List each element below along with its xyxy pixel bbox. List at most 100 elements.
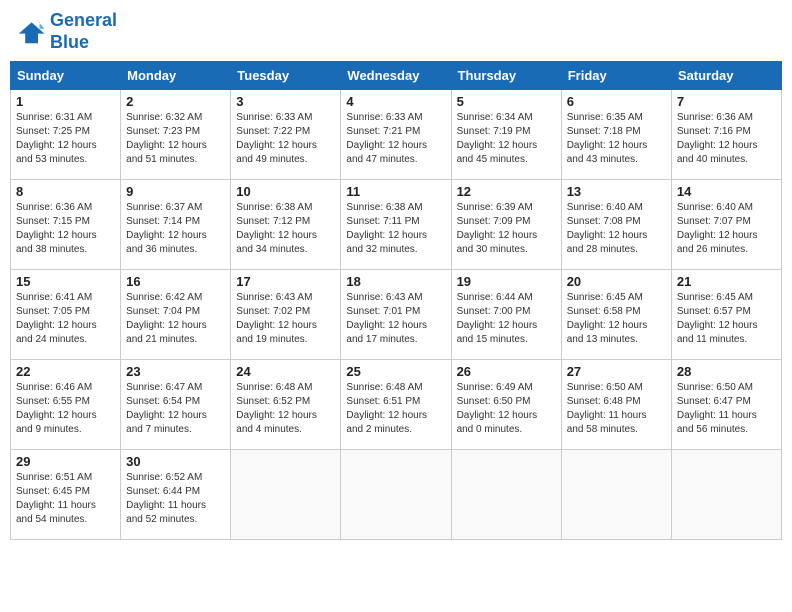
- calendar-cell: 1 Sunrise: 6:31 AM Sunset: 7:25 PM Dayli…: [11, 90, 121, 180]
- calendar-cell: [231, 450, 341, 540]
- day-number: 4: [346, 94, 445, 109]
- day-info: Sunrise: 6:40 AM Sunset: 7:07 PM Dayligh…: [677, 201, 776, 257]
- calendar-cell: 16 Sunrise: 6:42 AM Sunset: 7:04 PM Dayl…: [121, 270, 231, 360]
- calendar-cell: 14 Sunrise: 6:40 AM Sunset: 7:07 PM Dayl…: [671, 180, 781, 270]
- day-number: 8: [16, 184, 115, 199]
- day-number: 12: [457, 184, 556, 199]
- day-info: Sunrise: 6:34 AM Sunset: 7:19 PM Dayligh…: [457, 111, 556, 167]
- day-info: Sunrise: 6:35 AM Sunset: 7:18 PM Dayligh…: [567, 111, 666, 167]
- calendar-cell: 17 Sunrise: 6:43 AM Sunset: 7:02 PM Dayl…: [231, 270, 341, 360]
- calendar-cell: 5 Sunrise: 6:34 AM Sunset: 7:19 PM Dayli…: [451, 90, 561, 180]
- day-number: 27: [567, 364, 666, 379]
- calendar-table: SundayMondayTuesdayWednesdayThursdayFrid…: [10, 61, 782, 540]
- day-number: 18: [346, 274, 445, 289]
- day-info: Sunrise: 6:46 AM Sunset: 6:55 PM Dayligh…: [16, 381, 115, 437]
- weekday-header: Saturday: [671, 62, 781, 90]
- day-number: 6: [567, 94, 666, 109]
- calendar-cell: [451, 450, 561, 540]
- day-number: 14: [677, 184, 776, 199]
- weekday-header: Tuesday: [231, 62, 341, 90]
- weekday-header: Monday: [121, 62, 231, 90]
- calendar-cell: 29 Sunrise: 6:51 AM Sunset: 6:45 PM Dayl…: [11, 450, 121, 540]
- day-info: Sunrise: 6:47 AM Sunset: 6:54 PM Dayligh…: [126, 381, 225, 437]
- day-info: Sunrise: 6:50 AM Sunset: 6:47 PM Dayligh…: [677, 381, 776, 437]
- day-number: 26: [457, 364, 556, 379]
- calendar-cell: [561, 450, 671, 540]
- calendar-cell: 27 Sunrise: 6:50 AM Sunset: 6:48 PM Dayl…: [561, 360, 671, 450]
- page-header: General Blue: [10, 10, 782, 53]
- day-number: 16: [126, 274, 225, 289]
- day-info: Sunrise: 6:33 AM Sunset: 7:22 PM Dayligh…: [236, 111, 335, 167]
- logo: General Blue: [14, 10, 117, 53]
- day-number: 7: [677, 94, 776, 109]
- day-number: 17: [236, 274, 335, 289]
- day-number: 23: [126, 364, 225, 379]
- day-info: Sunrise: 6:51 AM Sunset: 6:45 PM Dayligh…: [16, 471, 115, 527]
- day-info: Sunrise: 6:36 AM Sunset: 7:16 PM Dayligh…: [677, 111, 776, 167]
- day-number: 19: [457, 274, 556, 289]
- day-number: 1: [16, 94, 115, 109]
- day-info: Sunrise: 6:50 AM Sunset: 6:48 PM Dayligh…: [567, 381, 666, 437]
- calendar-cell: 23 Sunrise: 6:47 AM Sunset: 6:54 PM Dayl…: [121, 360, 231, 450]
- day-number: 5: [457, 94, 556, 109]
- calendar-cell: 30 Sunrise: 6:52 AM Sunset: 6:44 PM Dayl…: [121, 450, 231, 540]
- day-info: Sunrise: 6:43 AM Sunset: 7:01 PM Dayligh…: [346, 291, 445, 347]
- calendar-cell: 9 Sunrise: 6:37 AM Sunset: 7:14 PM Dayli…: [121, 180, 231, 270]
- day-number: 13: [567, 184, 666, 199]
- calendar-cell: 8 Sunrise: 6:36 AM Sunset: 7:15 PM Dayli…: [11, 180, 121, 270]
- calendar-cell: 25 Sunrise: 6:48 AM Sunset: 6:51 PM Dayl…: [341, 360, 451, 450]
- day-info: Sunrise: 6:44 AM Sunset: 7:00 PM Dayligh…: [457, 291, 556, 347]
- day-info: Sunrise: 6:38 AM Sunset: 7:12 PM Dayligh…: [236, 201, 335, 257]
- day-number: 25: [346, 364, 445, 379]
- weekday-header: Sunday: [11, 62, 121, 90]
- day-number: 2: [126, 94, 225, 109]
- day-number: 9: [126, 184, 225, 199]
- day-number: 20: [567, 274, 666, 289]
- calendar-cell: 21 Sunrise: 6:45 AM Sunset: 6:57 PM Dayl…: [671, 270, 781, 360]
- calendar-cell: 13 Sunrise: 6:40 AM Sunset: 7:08 PM Dayl…: [561, 180, 671, 270]
- day-number: 21: [677, 274, 776, 289]
- day-number: 28: [677, 364, 776, 379]
- weekday-header: Thursday: [451, 62, 561, 90]
- logo-icon: [14, 16, 46, 48]
- day-info: Sunrise: 6:39 AM Sunset: 7:09 PM Dayligh…: [457, 201, 556, 257]
- calendar-cell: [671, 450, 781, 540]
- day-info: Sunrise: 6:32 AM Sunset: 7:23 PM Dayligh…: [126, 111, 225, 167]
- calendar-cell: 28 Sunrise: 6:50 AM Sunset: 6:47 PM Dayl…: [671, 360, 781, 450]
- calendar-cell: 11 Sunrise: 6:38 AM Sunset: 7:11 PM Dayl…: [341, 180, 451, 270]
- day-number: 10: [236, 184, 335, 199]
- day-info: Sunrise: 6:45 AM Sunset: 6:57 PM Dayligh…: [677, 291, 776, 347]
- weekday-header: Friday: [561, 62, 671, 90]
- day-info: Sunrise: 6:42 AM Sunset: 7:04 PM Dayligh…: [126, 291, 225, 347]
- day-number: 11: [346, 184, 445, 199]
- day-number: 30: [126, 454, 225, 469]
- day-info: Sunrise: 6:49 AM Sunset: 6:50 PM Dayligh…: [457, 381, 556, 437]
- calendar-cell: 7 Sunrise: 6:36 AM Sunset: 7:16 PM Dayli…: [671, 90, 781, 180]
- day-info: Sunrise: 6:38 AM Sunset: 7:11 PM Dayligh…: [346, 201, 445, 257]
- calendar-cell: 19 Sunrise: 6:44 AM Sunset: 7:00 PM Dayl…: [451, 270, 561, 360]
- calendar-cell: 24 Sunrise: 6:48 AM Sunset: 6:52 PM Dayl…: [231, 360, 341, 450]
- calendar-cell: 2 Sunrise: 6:32 AM Sunset: 7:23 PM Dayli…: [121, 90, 231, 180]
- calendar-cell: 26 Sunrise: 6:49 AM Sunset: 6:50 PM Dayl…: [451, 360, 561, 450]
- calendar-cell: 22 Sunrise: 6:46 AM Sunset: 6:55 PM Dayl…: [11, 360, 121, 450]
- day-info: Sunrise: 6:45 AM Sunset: 6:58 PM Dayligh…: [567, 291, 666, 347]
- weekday-header: Wednesday: [341, 62, 451, 90]
- day-number: 24: [236, 364, 335, 379]
- logo-text: General Blue: [50, 10, 117, 53]
- day-number: 3: [236, 94, 335, 109]
- day-number: 29: [16, 454, 115, 469]
- day-info: Sunrise: 6:36 AM Sunset: 7:15 PM Dayligh…: [16, 201, 115, 257]
- day-number: 15: [16, 274, 115, 289]
- calendar-cell: 18 Sunrise: 6:43 AM Sunset: 7:01 PM Dayl…: [341, 270, 451, 360]
- day-info: Sunrise: 6:41 AM Sunset: 7:05 PM Dayligh…: [16, 291, 115, 347]
- calendar-cell: 15 Sunrise: 6:41 AM Sunset: 7:05 PM Dayl…: [11, 270, 121, 360]
- day-number: 22: [16, 364, 115, 379]
- day-info: Sunrise: 6:48 AM Sunset: 6:52 PM Dayligh…: [236, 381, 335, 437]
- day-info: Sunrise: 6:31 AM Sunset: 7:25 PM Dayligh…: [16, 111, 115, 167]
- calendar-cell: 4 Sunrise: 6:33 AM Sunset: 7:21 PM Dayli…: [341, 90, 451, 180]
- calendar-cell: 3 Sunrise: 6:33 AM Sunset: 7:22 PM Dayli…: [231, 90, 341, 180]
- calendar-cell: 6 Sunrise: 6:35 AM Sunset: 7:18 PM Dayli…: [561, 90, 671, 180]
- day-info: Sunrise: 6:52 AM Sunset: 6:44 PM Dayligh…: [126, 471, 225, 527]
- calendar-cell: 10 Sunrise: 6:38 AM Sunset: 7:12 PM Dayl…: [231, 180, 341, 270]
- calendar-cell: 12 Sunrise: 6:39 AM Sunset: 7:09 PM Dayl…: [451, 180, 561, 270]
